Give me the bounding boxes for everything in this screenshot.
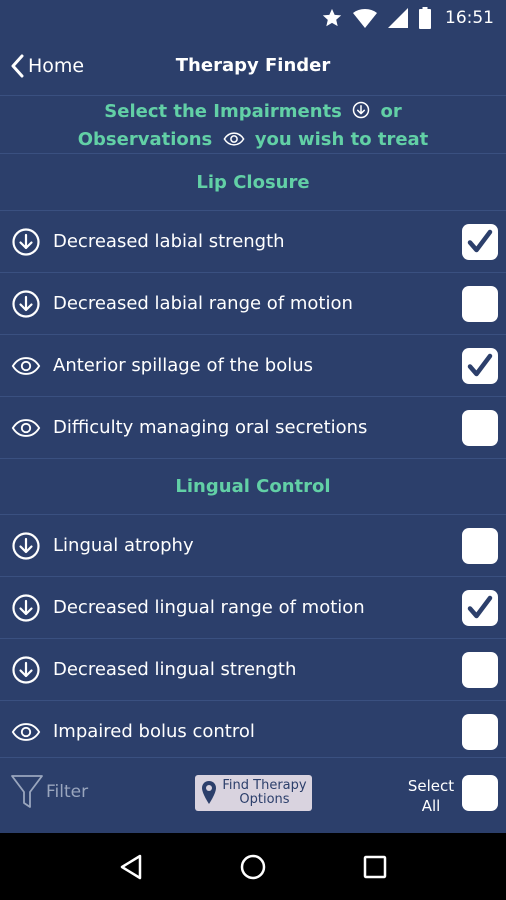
checkbox[interactable] (462, 713, 498, 750)
map-pin-icon (202, 781, 216, 804)
find-therapy-options-button[interactable]: Find Therapy Options (195, 775, 312, 811)
system-navigation-bar (0, 833, 506, 900)
impairment-icon (11, 227, 41, 257)
list-item[interactable]: Decreased labial range of motion (0, 272, 506, 334)
back-label: Home (28, 55, 85, 77)
checkmark-icon (467, 595, 493, 618)
nav-back-button[interactable] (111, 847, 151, 887)
select-all-label: Select All (404, 776, 458, 816)
instruction-line2b: you wish to treat (254, 129, 429, 150)
impairment-icon (11, 531, 41, 561)
instruction-line1b: or (380, 101, 402, 122)
list-item[interactable]: Lingual atrophy (0, 514, 506, 576)
list-item[interactable]: Difficulty managing oral secretions (0, 396, 506, 458)
observation-icon (223, 132, 245, 146)
observation-icon (11, 717, 41, 747)
list-item[interactable]: Decreased lingual range of motion (0, 576, 506, 638)
find-button-line2: Options (239, 792, 290, 807)
status-bar: 16:51 (0, 0, 506, 36)
impairment-icon (11, 289, 41, 319)
back-button[interactable]: Home (10, 36, 84, 96)
checkbox[interactable] (462, 347, 498, 384)
section-title: Lingual Control (0, 458, 506, 514)
select-all-line1: Select (407, 777, 455, 795)
nav-recents-button[interactable] (355, 847, 395, 887)
instruction-text: Select the Impairments or Observations y… (0, 96, 506, 154)
select-all-line2: All (421, 797, 441, 815)
signal-icon (388, 8, 408, 28)
app-header: Home Therapy Finder (0, 36, 506, 96)
checkbox[interactable] (462, 285, 498, 322)
select-all-checkbox[interactable] (462, 775, 498, 811)
impairment-icon (11, 655, 41, 685)
checkbox[interactable] (462, 409, 498, 446)
list-item-label: Decreased labial range of motion (53, 293, 353, 314)
circle-home-icon (240, 854, 266, 879)
list-item[interactable]: Impaired bolus control (0, 700, 506, 762)
impairment-icon (11, 593, 41, 623)
checkbox[interactable] (462, 527, 498, 564)
checkmark-icon (467, 353, 493, 376)
checkbox[interactable] (462, 651, 498, 688)
list-item-label: Decreased lingual strength (53, 659, 297, 680)
list-item-label: Difficulty managing oral secretions (53, 417, 368, 438)
list-item[interactable]: Anterior spillage of the bolus (0, 334, 506, 396)
list-item-label: Lingual atrophy (53, 535, 194, 556)
list-item-label: Anterior spillage of the bolus (53, 355, 314, 376)
filter-button[interactable]: Filter (10, 774, 88, 810)
list-item[interactable]: Decreased labial strength (0, 210, 506, 272)
instruction-line1a: Select the Impairments (104, 101, 342, 122)
checkmark-icon (467, 229, 493, 252)
checkbox[interactable] (462, 589, 498, 626)
checkbox[interactable] (462, 223, 498, 260)
funnel-icon (11, 775, 43, 808)
star-icon (322, 8, 342, 27)
section-title: Lip Closure (196, 171, 310, 193)
list-item[interactable]: Decreased lingual strength (0, 638, 506, 700)
list-item-label: Decreased lingual range of motion (53, 597, 365, 618)
chevron-left-icon (11, 54, 24, 78)
wifi-icon (353, 9, 377, 28)
observation-icon (11, 351, 41, 381)
list-item-label: Impaired bolus control (53, 721, 255, 742)
battery-icon (419, 7, 431, 29)
status-time: 16:51 (445, 8, 494, 28)
triangle-back-icon (120, 854, 142, 879)
find-button-line1: Find Therapy (222, 778, 307, 793)
instruction-line2a: Observations (77, 129, 213, 150)
nav-home-button[interactable] (233, 847, 273, 887)
impairment-icon (352, 101, 370, 119)
observation-icon (11, 413, 41, 443)
filter-label: Filter (46, 782, 89, 802)
bottom-action-bar: Filter Find Therapy Options Select All (0, 757, 506, 833)
list-item-label: Decreased labial strength (53, 231, 285, 252)
square-recents-icon (363, 855, 387, 878)
